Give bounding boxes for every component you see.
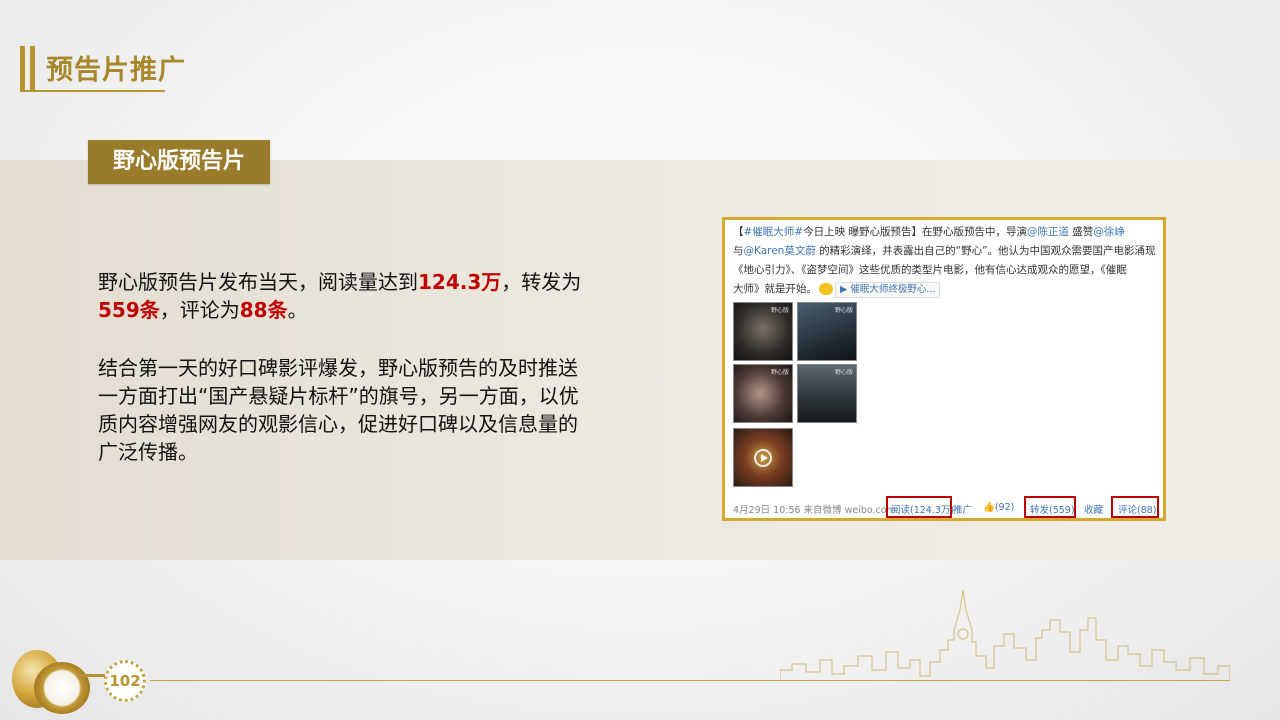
trailer-still-image[interactable]: 野心版: [733, 302, 793, 361]
sunglasses-emoji-icon: [819, 283, 833, 295]
post-meta: 4月29日 10:56 来自微博 weibo.com: [733, 505, 896, 516]
mention-link[interactable]: @陈正道: [1027, 226, 1069, 238]
read-count-highlight: 124.3万: [418, 270, 502, 294]
post-text: 大师》就是开始。: [733, 283, 817, 295]
post-text: 与: [733, 245, 744, 257]
mention-link[interactable]: @徐峥: [1093, 226, 1125, 238]
weibo-post-screenshot: 【#催眠大师#今日上映 曝野心版预告】在野心版预告中，导演@陈正道 盛赞@徐峥 …: [722, 217, 1166, 521]
stats-paragraph: 野心版预告片发布当天，阅读量达到124.3万，转发为 559条，评论为88条。: [98, 268, 598, 324]
image-tag: 野心版: [770, 369, 789, 376]
header-accent-bar: [30, 46, 35, 90]
page-title: 预告片推广: [46, 55, 186, 86]
video-link-chip[interactable]: ▶ 催眠大师终极野心...: [835, 282, 941, 298]
favorite-button[interactable]: 收藏: [1084, 502, 1103, 516]
header-accent-bar: [20, 46, 25, 90]
image-tag: 野心版: [834, 369, 853, 376]
trailer-still-image[interactable]: 野心版: [797, 302, 857, 361]
comment-highlight-box: [1111, 496, 1159, 518]
forward-count-highlight: 559条: [98, 298, 160, 322]
comment-count-highlight: 88条: [239, 298, 288, 322]
video-link-label: 催眠大师终极野心...: [850, 284, 936, 295]
trailer-still-image[interactable]: 野心版: [797, 364, 857, 423]
play-icon: [754, 449, 772, 467]
pocket-watch-icon: [34, 662, 90, 714]
mention-link[interactable]: @Karen莫文蔚: [744, 245, 816, 257]
like-count: (92): [994, 502, 1015, 513]
stats-text: ，评论为: [159, 298, 240, 322]
header-underline: [20, 90, 165, 92]
post-text: 【: [733, 226, 744, 238]
promote-link[interactable]: 推广: [953, 502, 972, 516]
post-text: 今日上映 曝野心版预告】在野心版预告中，导演: [803, 226, 1027, 238]
image-tag: 野心版: [770, 307, 789, 314]
trailer-still-image[interactable]: 野心版: [733, 364, 793, 423]
city-skyline-decoration: [780, 590, 1230, 680]
weibo-post-text: 【#催眠大师#今日上映 曝野心版预告】在野心版预告中，导演@陈正道 盛赞@徐峥 …: [733, 223, 1157, 299]
post-text: 盛赞: [1068, 226, 1094, 238]
stats-text: ，转发为: [501, 270, 582, 294]
forward-highlight-box: [1024, 496, 1076, 518]
section-label: 野心版预告片: [88, 140, 270, 184]
video-thumbnail[interactable]: [733, 428, 793, 487]
read-count-highlight-box: [886, 496, 952, 518]
hashtag-link[interactable]: #催眠大师#: [744, 226, 804, 238]
analysis-paragraph: 结合第一天的好口碑影评爆发，野心版预告的及时推送一方面打出“国产悬疑片标杆”的旗…: [98, 356, 579, 464]
post-text: 的精彩演绎，并表露出自己的“野心”。他认为中国观众需要国产电影涌现: [815, 245, 1156, 257]
section-label-text: 野心版预告片: [112, 149, 245, 174]
thumbs-up-icon: 👍: [983, 502, 995, 513]
post-text: 《地心引力》、《盗梦空间》这些优质的类型片电影，他有信心达成观众的愿望，《催眠: [733, 264, 1127, 276]
stats-text: 野心版预告片发布当天，阅读量达到: [98, 270, 418, 294]
page-number: 102: [104, 660, 146, 702]
stats-text: 。: [287, 298, 308, 322]
like-button[interactable]: 👍(92): [983, 502, 1014, 513]
image-tag: 野心版: [834, 307, 853, 314]
